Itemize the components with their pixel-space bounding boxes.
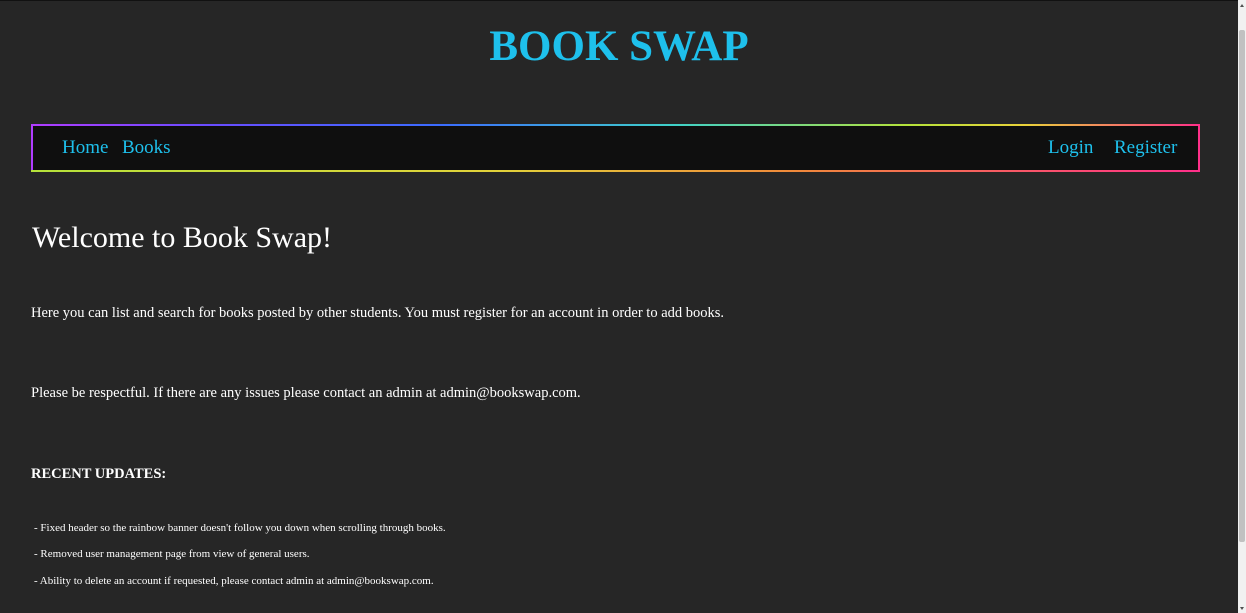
nav-link-books[interactable]: Books xyxy=(122,136,171,160)
welcome-heading: Welcome to Book Swap! xyxy=(32,221,333,254)
page: BOOK SWAP Home Books Login Register Welc… xyxy=(0,0,1246,613)
navbar: Home Books Login Register xyxy=(33,126,1198,170)
intro-paragraph: Here you can list and search for books p… xyxy=(31,305,725,321)
site-title: BOOK SWAP xyxy=(489,23,749,70)
top-border xyxy=(0,0,1238,1)
scrollbar-thumb[interactable] xyxy=(1239,30,1245,542)
update-item: - Removed user management page from view… xyxy=(34,548,310,560)
update-item: - Ability to delete an account if reques… xyxy=(34,575,434,587)
nav-link-home[interactable]: Home xyxy=(62,136,108,160)
update-item: - Fixed header so the rainbow banner doe… xyxy=(34,522,446,534)
contact-paragraph: Please be respectful. If there are any i… xyxy=(31,385,581,401)
vertical-scrollbar[interactable] xyxy=(1238,0,1246,613)
recent-updates-heading: RECENT UPDATES: xyxy=(31,466,167,482)
chevron-up-icon[interactable] xyxy=(1238,0,1246,10)
nav-link-register[interactable]: Register xyxy=(1114,136,1177,160)
nav-link-login[interactable]: Login xyxy=(1048,136,1093,160)
chevron-down-icon[interactable] xyxy=(1238,603,1246,613)
navbar-rainbow-border: Home Books Login Register xyxy=(31,124,1200,172)
